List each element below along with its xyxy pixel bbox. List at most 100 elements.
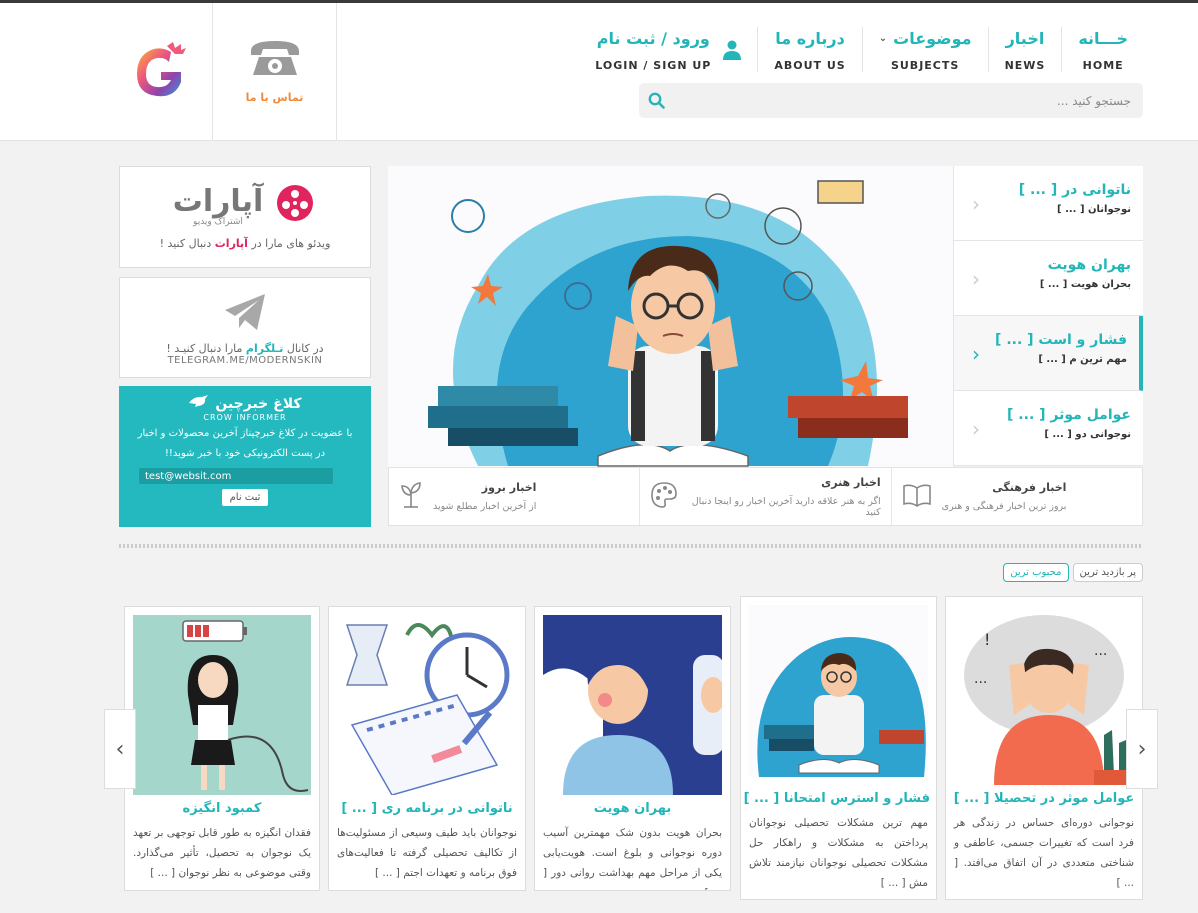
feature-desc: از آخرین اخبار مطلع شوید xyxy=(433,501,537,512)
chevron-left-icon: ‹ xyxy=(972,417,980,441)
feature-latest[interactable]: اخبار بروز از آخرین اخبار مطلع شوید xyxy=(389,468,639,525)
tab-popular[interactable]: محبوب ترین xyxy=(1003,563,1069,582)
newsletter-brand-en: CROW INFORMER xyxy=(203,413,287,422)
feature-latest-text: اخبار بروز از آخرین اخبار مطلع شوید xyxy=(433,481,536,512)
post-card-image: ! ... ... xyxy=(954,605,1134,785)
aparat-logo-icon xyxy=(273,181,317,229)
site-logo[interactable] xyxy=(131,40,187,106)
telegram-caption: در کانال تـلگرام مارا دنبال کنیـد ! xyxy=(120,342,370,355)
nav-login-text: ورود / ثبت نام LOGIN / SIGN UP xyxy=(595,27,712,73)
post-card-image xyxy=(543,615,722,795)
telegram-widget[interactable]: در کانال تـلگرام مارا دنبال کنیـد ! TELE… xyxy=(119,277,371,378)
telephone-icon xyxy=(213,39,336,83)
feature-culture[interactable]: اخبار فرهنگی بروز ترین اخبار فرهنگی و هن… xyxy=(890,468,1142,525)
carousel-next-button[interactable]: › xyxy=(1126,709,1158,789)
post-card-title[interactable]: ناتوانی در برنامه ری [ ... ] xyxy=(335,801,519,816)
slider-item[interactable]: عوامل موثر [ ... ] نوجوانی دو [ ... ] ‹ xyxy=(953,391,1143,466)
newsletter-brand-wrap: کلاغ خبرچین xyxy=(119,394,371,412)
nav-news-en: NEWS xyxy=(1004,59,1046,72)
chevron-left-icon: ‹ xyxy=(972,192,980,216)
features-strip: اخبار فرهنگی بروز ترین اخبار فرهنگی و هن… xyxy=(388,467,1143,526)
nav-news-fa: اخبار xyxy=(1005,28,1045,48)
newsletter-brand: کلاغ خبرچین xyxy=(215,396,302,412)
post-card[interactable]: کمبود انگیزه فقدان انگیزه به طور قابل تو… xyxy=(124,606,320,891)
telegram-plane-icon xyxy=(120,292,370,336)
slider-item[interactable]: بهران هویت بحران هویت [ ... ] ‹ xyxy=(953,241,1143,316)
tab-most-viewed[interactable]: پر بازدید ترین xyxy=(1072,563,1143,582)
feature-title: اخبار بروز xyxy=(481,481,537,494)
post-card-text: نوجوانان باید طیف وسیعی از مسئولیت‌ها از… xyxy=(337,827,517,879)
user-icon xyxy=(723,40,742,60)
search-bar xyxy=(639,83,1143,118)
nav-login-en: LOGIN / SIGN UP xyxy=(595,59,712,72)
feature-title: اخبار فرهنگی xyxy=(992,481,1067,494)
chevron-down-icon: ⌄ xyxy=(878,32,888,44)
slider-list: ناتوانی در [ ... ] نوجوانان [ ... ] ‹ به… xyxy=(953,166,1143,467)
aparat-caption-post: دنبال کنید ! xyxy=(159,237,212,250)
post-card-title[interactable]: عوامل موثر در تحصیلا [ ... ] xyxy=(952,791,1136,806)
nav-about-fa: درباره ما xyxy=(775,28,845,48)
nav-login[interactable]: ورود / ثبت نام LOGIN / SIGN UP xyxy=(579,27,757,72)
carousel-prev-button[interactable]: ‹ xyxy=(104,709,136,789)
book-icon xyxy=(902,483,932,511)
contact-label: تماس با ما xyxy=(245,91,304,104)
post-card-title[interactable]: کمبود انگیزه xyxy=(131,801,313,816)
svg-text:!: ! xyxy=(984,630,990,649)
slider-item-active[interactable]: فشار و است [ ... ] مهم ترین م [ ... ] ‹ xyxy=(953,316,1143,391)
feature-title: اخبار هنری xyxy=(821,475,881,489)
slider-item-title: عوامل موثر [ ... ] xyxy=(1007,407,1131,423)
post-card-image xyxy=(337,615,517,795)
post-card[interactable]: ! ... ... عوامل موثر در تحصیلا [ ... ] ن… xyxy=(945,596,1143,900)
slider-item-sub: نوجوانان [ ... ] xyxy=(1057,204,1131,215)
nav-subjects-fa: موضوعات xyxy=(893,28,972,48)
nav-subjects[interactable]: موضوعات ⌄ SUBJECTS xyxy=(861,27,988,72)
chevron-right-icon: › xyxy=(1137,736,1147,762)
aparat-caption-link[interactable]: آپارات xyxy=(215,237,248,250)
newsletter-submit-button[interactable]: ثبت نام xyxy=(221,489,269,506)
post-card-text: مهم ترین مشکلات تحصیلی نوجوانان پرداختن … xyxy=(749,817,928,889)
newsletter-email-input[interactable] xyxy=(139,468,333,484)
nav-about-en: ABOUT US xyxy=(774,59,846,72)
search-input[interactable] xyxy=(673,83,1143,118)
feature-art[interactable]: اخبار هنری اگر به هنر علاقه دارید آخرین … xyxy=(639,468,890,525)
post-card-text: بحران هویت بدون شک مهمترین آسیب دوره نوج… xyxy=(543,827,722,890)
section-divider xyxy=(119,544,1143,548)
post-card-text: فقدان انگیزه به طور قابل توجهی بر تعهد ی… xyxy=(133,827,311,879)
crow-icon xyxy=(188,395,215,412)
telegram-caption-link[interactable]: تـلگرام xyxy=(246,342,283,355)
slider-item-title: بهران هویت xyxy=(1047,257,1131,273)
telegram-caption-post: مارا دنبال کنیـد ! xyxy=(166,342,243,355)
post-card[interactable]: ناتوانی در برنامه ری [ ... ] نوجوانان با… xyxy=(328,606,526,891)
nav-news[interactable]: اخبار NEWS xyxy=(987,27,1062,72)
chevron-left-icon: ‹ xyxy=(972,267,980,291)
newsletter-widget: کلاغ خبرچین CROW INFORMER با عضویت در کل… xyxy=(119,386,371,527)
post-card-image xyxy=(749,605,928,777)
hero-slide-image[interactable] xyxy=(388,166,953,467)
sprout-icon xyxy=(399,481,423,513)
aparat-caption-pre: ویدئو های مارا در xyxy=(251,237,331,250)
post-card-title[interactable]: فشار و استرس امتحانا [ ... ] xyxy=(744,791,930,806)
svg-text:...: ... xyxy=(974,671,987,687)
slider-item[interactable]: ناتوانی در [ ... ] نوجوانان [ ... ] ‹ xyxy=(953,166,1143,241)
nav-home[interactable]: خـــانه HOME xyxy=(1061,27,1144,72)
post-card-text: نوجوانی دوره‌ای حساس در زندگی هر فرد است… xyxy=(954,817,1134,889)
feature-culture-text: اخبار فرهنگی بروز ترین اخبار فرهنگی و هن… xyxy=(942,481,1067,512)
post-card[interactable]: فشار و استرس امتحانا [ ... ] مهم ترین مش… xyxy=(740,596,937,900)
feature-art-text: اخبار هنری اگر به هنر علاقه دارید آخرین … xyxy=(688,475,881,518)
contact-us[interactable]: تماس با ما xyxy=(212,3,337,141)
post-card-title[interactable]: بهران هویت xyxy=(541,801,724,816)
search-icon[interactable] xyxy=(639,92,673,109)
aparat-caption: ویدئو های مارا در آپارات دنبال کنید ! xyxy=(120,237,370,250)
nav-login-fa: ورود / ثبت نام xyxy=(596,28,710,48)
post-tabs: محبوب ترین پر بازدید ترین xyxy=(1003,563,1143,582)
slider-item-title: ناتوانی در [ ... ] xyxy=(1018,182,1131,198)
telegram-url[interactable]: TELEGRAM.ME/MODERNSKIN xyxy=(120,355,370,366)
telegram-caption-pre: در کانال xyxy=(286,342,324,355)
slider-item-sub: بحران هویت [ ... ] xyxy=(1039,279,1131,290)
nav-about[interactable]: درباره ما ABOUT US xyxy=(757,27,861,72)
aparat-widget[interactable]: آپارات اشتراک ویدیو ویدئو های مارا در آپ… xyxy=(119,166,371,268)
palette-icon xyxy=(650,481,678,513)
post-card[interactable]: بهران هویت بحران هویت بدون شک مهمترین آس… xyxy=(534,606,731,891)
nav-subjects-fa-wrap: موضوعات ⌄ xyxy=(879,27,972,49)
chevron-left-icon: ‹ xyxy=(115,736,125,762)
